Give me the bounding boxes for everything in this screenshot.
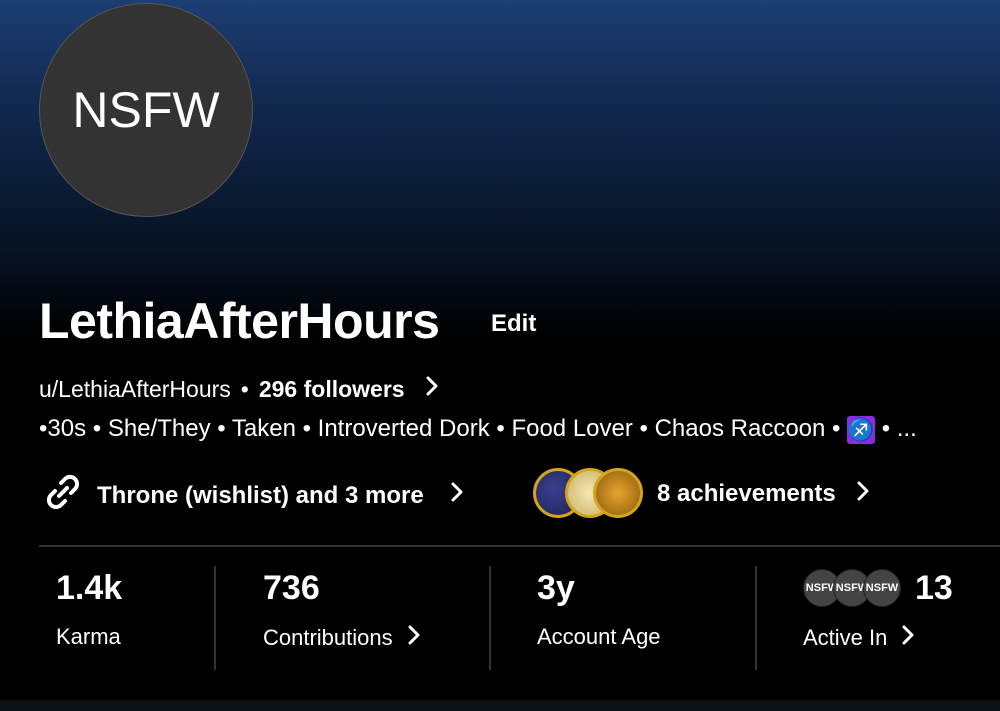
contributions-row: Contributions <box>263 624 421 652</box>
stat-divider <box>489 566 491 670</box>
contributions-value: 736 <box>263 568 320 607</box>
account-age-label: Account Age <box>537 624 661 649</box>
karma-value: 1.4k <box>56 568 123 607</box>
community-avatar: NSFW <box>863 569 901 607</box>
achievements-button[interactable]: 8 achievements <box>533 466 870 522</box>
account-age-value: 3y <box>537 568 575 607</box>
chevron-right-icon[interactable] <box>425 375 439 403</box>
chevron-right-icon <box>407 624 421 652</box>
bio-text: •30s • She/They • Taken • Introverted Do… <box>39 415 848 442</box>
username: u/LethiaAfterHours <box>39 375 231 402</box>
active-in-value: 13 <box>915 568 953 607</box>
account-age-stat: 3y Account Age <box>537 566 661 650</box>
social-links-button[interactable]: Throne (wishlist) and 3 more <box>41 470 464 521</box>
social-links-label: Throne (wishlist) and 3 more <box>97 481 424 509</box>
achievement-badge-icon <box>593 468 643 518</box>
stat-divider <box>214 566 216 670</box>
contributions-label: Contributions <box>263 625 393 650</box>
chevron-right-icon <box>901 624 915 652</box>
stat-divider <box>755 566 757 670</box>
active-in-stat[interactable]: NSFW NSFW NSFW 13 Active In <box>803 566 953 652</box>
bio-ellipsis: • ... <box>875 415 917 442</box>
active-in-row: NSFW NSFW NSFW 13 <box>803 566 953 610</box>
chevron-right-icon <box>856 480 870 509</box>
divider <box>39 545 1000 547</box>
achievements-label: 8 achievements <box>657 480 836 507</box>
chevron-right-icon <box>450 481 464 510</box>
display-name: LethiaAfterHours <box>39 293 440 349</box>
handle-row: u/LethiaAfterHours • 296 followers <box>39 375 439 403</box>
bio: •30s • She/They • Taken • Introverted Do… <box>39 415 917 444</box>
active-in-label-row: Active In <box>803 624 953 652</box>
edit-button[interactable]: Edit <box>491 310 536 338</box>
achievement-badges <box>533 466 645 522</box>
avatar-label: NSFW <box>72 82 220 138</box>
contributions-stat[interactable]: 736 Contributions <box>263 566 421 652</box>
active-in-label: Active In <box>803 625 888 650</box>
sagittarius-emoji: ♐ <box>847 415 876 444</box>
link-icon <box>41 470 85 521</box>
bottom-strip <box>0 700 1000 711</box>
karma-label: Karma <box>56 624 121 649</box>
separator-dot: • <box>240 375 249 402</box>
karma-stat: 1.4k Karma <box>56 566 122 650</box>
followers-link[interactable]: 296 followers <box>259 376 405 403</box>
profile-avatar[interactable]: NSFW <box>39 3 253 217</box>
